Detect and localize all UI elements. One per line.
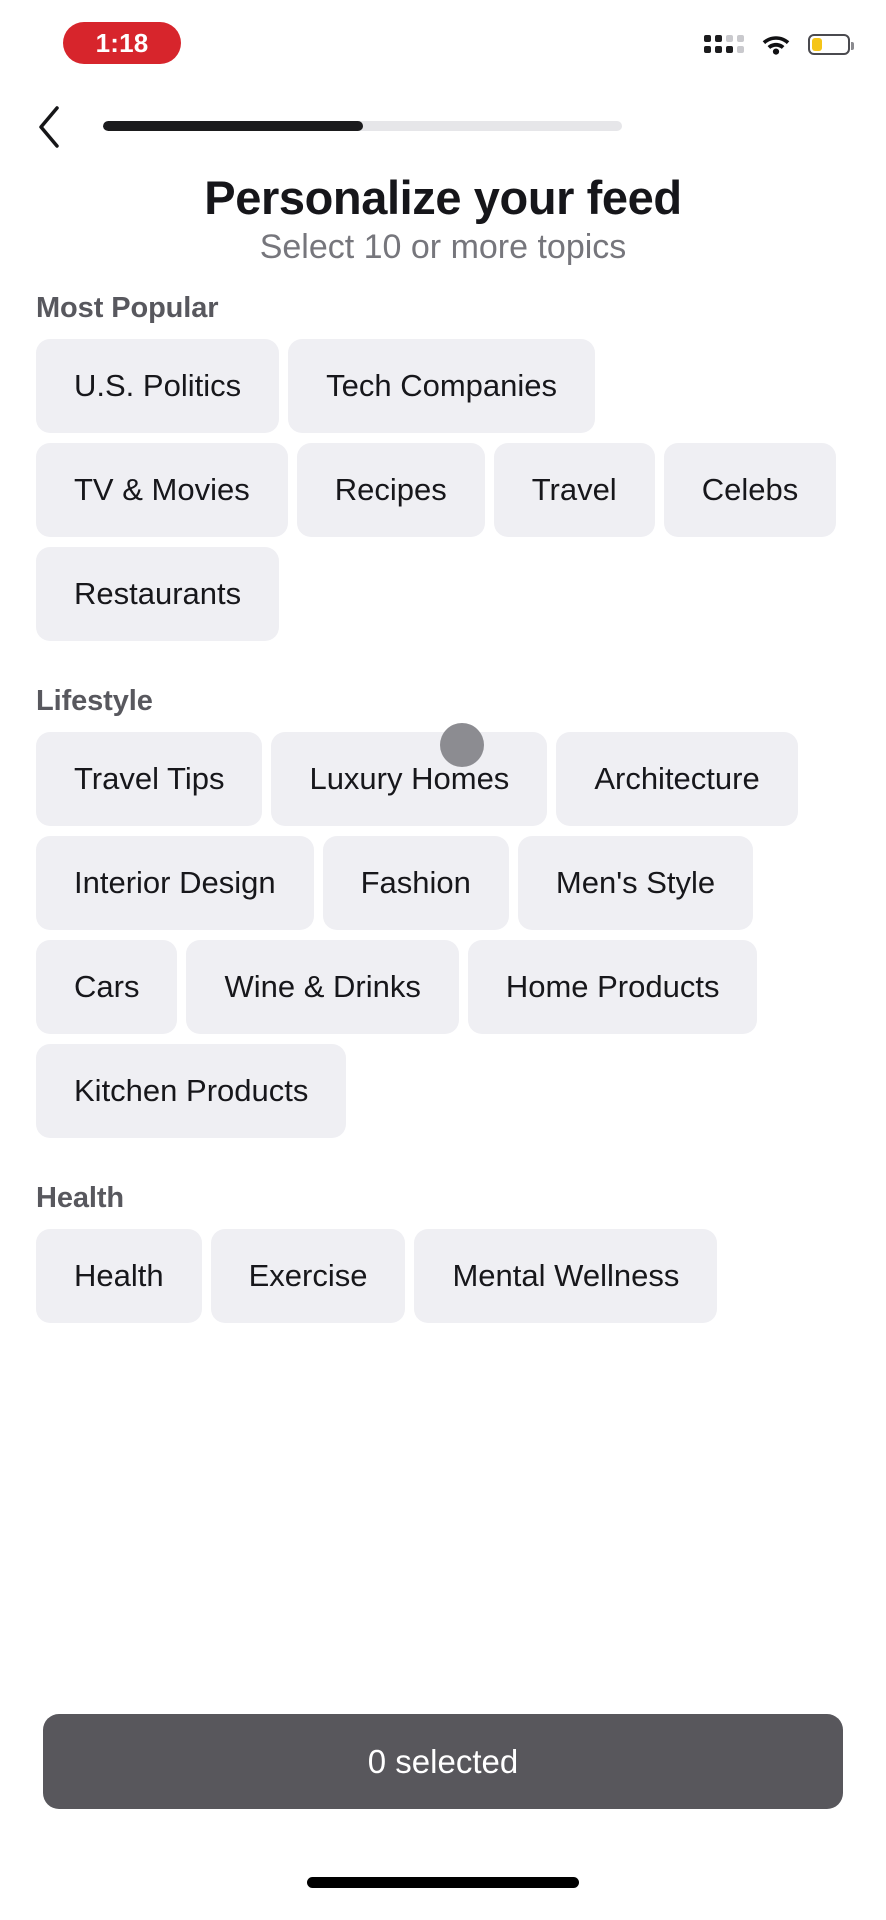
- topic-chip-group: U.S. Politics Tech Companies TV & Movies Re…: [36, 339, 850, 641]
- home-indicator: [307, 1877, 579, 1888]
- topic-chip[interactable]: Men's Style: [517, 836, 754, 930]
- wifi-icon: [761, 33, 791, 55]
- status-time: 1:18: [95, 27, 149, 58]
- topic-chip[interactable]: Exercise: [210, 1229, 406, 1323]
- battery-low-icon: [808, 33, 854, 55]
- section-title: Lifestyle: [36, 685, 153, 717]
- status-indicators: [704, 26, 854, 62]
- topic-chip[interactable]: Celebs: [663, 443, 837, 537]
- topic-chip[interactable]: Health: [36, 1229, 202, 1323]
- status-bar: 1:18: [0, 0, 886, 92]
- topic-chip-group: Travel Tips Luxury Homes Architecture Inter…: [36, 732, 850, 1138]
- page-title: Personalize your feed: [204, 171, 682, 224]
- topic-section: Health Health Exercise Mental Wellness: [0, 1182, 886, 1323]
- topic-chip[interactable]: Interior Design: [36, 836, 314, 930]
- topic-chip[interactable]: Kitchen Products: [36, 1044, 347, 1138]
- selected-count-label: 0 selected: [367, 1742, 519, 1780]
- status-time-pill: 1:18: [63, 22, 181, 64]
- topic-chip[interactable]: U.S. Politics: [36, 339, 280, 433]
- topic-chip[interactable]: Restaurants: [36, 547, 280, 641]
- topic-chip[interactable]: Architecture: [556, 732, 798, 826]
- topic-chip[interactable]: Wine & Drinks: [186, 940, 459, 1034]
- section-title: Most Popular: [36, 292, 219, 324]
- topic-chip[interactable]: Mental Wellness: [414, 1229, 718, 1323]
- topic-chip[interactable]: Travel: [493, 443, 655, 537]
- topic-sections: Most Popular U.S. Politics Tech Companies T…: [0, 292, 886, 1323]
- topic-chip[interactable]: Home Products: [467, 940, 758, 1034]
- topic-chip[interactable]: Cars: [36, 940, 178, 1034]
- onboarding-progress-bar: [103, 121, 622, 131]
- progress-bar-fill: [103, 121, 363, 131]
- battery-fill: [812, 37, 822, 51]
- page-subtitle: Select 10 or more topics: [259, 228, 627, 266]
- chevron-left-icon: [36, 105, 62, 149]
- footer-bar: 0 selected: [0, 1700, 886, 1920]
- topic-chip[interactable]: Luxury Homes: [271, 732, 548, 826]
- topic-section: Lifestyle Travel Tips Luxury Homes Architec…: [0, 685, 886, 1138]
- section-title: Health: [36, 1182, 125, 1214]
- selected-count-button[interactable]: 0 selected: [43, 1714, 843, 1809]
- topic-section: Most Popular U.S. Politics Tech Companies T…: [0, 292, 886, 641]
- topic-chip-group: Health Exercise Mental Wellness: [36, 1229, 850, 1323]
- nav-header: [0, 100, 886, 160]
- topic-chip[interactable]: Fashion: [322, 836, 509, 930]
- cellular-dots-icon: [704, 35, 744, 53]
- back-button[interactable]: [22, 100, 76, 154]
- topic-chip[interactable]: Travel Tips: [36, 732, 263, 826]
- topic-chip[interactable]: TV & Movies: [36, 443, 288, 537]
- topic-chip[interactable]: Tech Companies: [288, 339, 596, 433]
- topic-chip[interactable]: Recipes: [296, 443, 485, 537]
- phone-screen: 1:18 Personalize your feed Select 10 or …: [0, 0, 886, 1920]
